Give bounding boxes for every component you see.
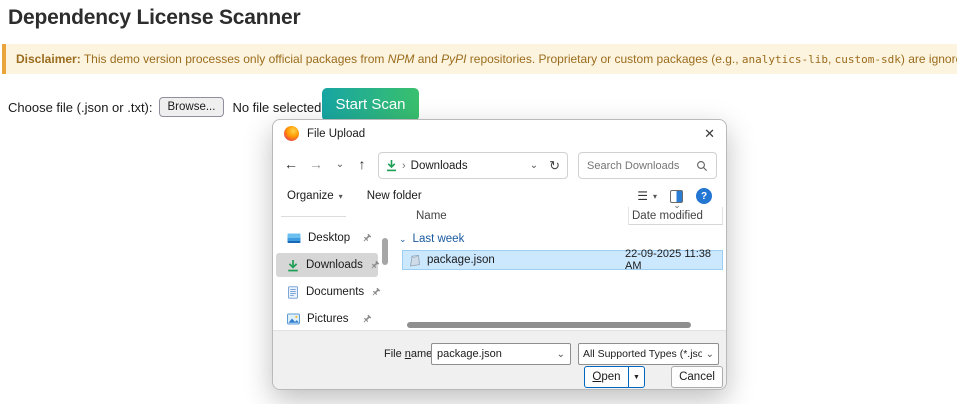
file-name-cell: package.json	[427, 254, 495, 266]
browse-button[interactable]: Browse...	[159, 97, 225, 117]
sidebar-item-desktop[interactable]: Desktop	[276, 226, 378, 250]
column-header-name[interactable]: Name	[391, 207, 629, 225]
disclaimer-text-5: ) are ignored in this demo.	[901, 52, 957, 66]
new-folder-button[interactable]: New folder	[367, 190, 422, 202]
forward-icon[interactable]: →	[307, 156, 325, 172]
file-name-combo: ⌄	[431, 343, 571, 365]
dialog-title-bar[interactable]: File Upload ✕	[273, 120, 726, 147]
open-label-rest: pen	[601, 371, 620, 383]
views-caret-icon: ▾	[653, 192, 657, 201]
address-dropdown-icon[interactable]: ⌄	[530, 160, 538, 171]
file-type-dropdown-icon: ⌄	[706, 349, 714, 360]
close-icon[interactable]: ✕	[704, 127, 715, 140]
organize-caret-icon: ▾	[339, 192, 343, 201]
pin-icon[interactable]	[362, 233, 372, 243]
address-bar[interactable]: › Downloads ⌄ ↻	[378, 152, 568, 179]
group-label: Last week	[413, 233, 465, 245]
back-icon[interactable]: ←	[282, 156, 300, 172]
views-button[interactable]: ☰ ▾	[637, 189, 657, 203]
help-icon[interactable]: ?	[696, 188, 712, 204]
sidebar-item-label: Pictures	[307, 313, 355, 325]
group-header-last-week[interactable]: ⌄ Last week	[399, 231, 464, 247]
sidebar-item-documents[interactable]: Documents	[276, 280, 378, 304]
file-name-label: File name:	[384, 348, 435, 360]
cancel-button[interactable]: Cancel	[671, 366, 723, 388]
pin-icon[interactable]	[371, 287, 381, 297]
file-upload-dialog: File Upload ✕ ← → ⌄ ↑ › Downloads ⌄ ↻	[272, 119, 727, 390]
disclaimer-label: Disclaimer:	[16, 52, 81, 66]
downloads-folder-icon	[386, 159, 397, 172]
search-icon	[696, 160, 708, 172]
disclaimer-code-1: analytics-lib	[742, 53, 828, 66]
refresh-icon[interactable]: ↻	[549, 158, 560, 174]
sidebar-scrollbar[interactable]	[382, 238, 388, 265]
disclaimer-pypi: PyPI	[441, 52, 466, 66]
sort-chevron-icon[interactable]: ⌄	[671, 200, 683, 211]
sidebar-item-label: Documents	[306, 286, 364, 298]
search-box	[578, 152, 717, 179]
disclaimer-npm: NPM	[388, 52, 415, 66]
sidebar-item-label: Downloads	[306, 259, 363, 271]
file-chooser-row: Choose file (.json or .txt): Browse... N…	[8, 95, 325, 119]
up-icon[interactable]: ↑	[353, 156, 371, 172]
navigation-row: ← → ⌄ ↑ › Downloads ⌄ ↻	[273, 147, 726, 183]
dialog-toolbar: Organize ▾ New folder ☰ ▾ ?	[273, 183, 726, 209]
page-title: Dependency License Scanner	[8, 6, 300, 30]
file-name-input[interactable]	[437, 348, 553, 360]
sidebar-item-pictures[interactable]: Pictures	[276, 307, 378, 331]
open-button-label: Open	[585, 367, 628, 387]
open-button[interactable]: Open ▼	[584, 366, 645, 388]
disclaimer-text-2: and	[414, 52, 441, 66]
pictures-icon	[287, 313, 300, 325]
organize-label: Organize	[287, 190, 334, 202]
choose-file-label: Choose file (.json or .txt):	[8, 100, 153, 115]
file-status-text: No file selected.	[232, 100, 325, 115]
open-label-accesskey: O	[592, 371, 601, 383]
history-dropdown-icon[interactable]: ⌄	[331, 159, 349, 170]
list-view-icon: ☰	[637, 189, 648, 203]
file-date-cell: 22-09-2025 11:38 AM	[625, 248, 722, 272]
file-type-value: All Supported Types (*.json;*.txt	[583, 348, 702, 360]
sidebar-item-label: Desktop	[308, 232, 355, 244]
file-name-label-pre: File	[384, 348, 405, 360]
breadcrumb-chevron-icon: ›	[402, 160, 406, 172]
disclaimer-text-3: repositories. Proprietary or custom pack…	[466, 52, 741, 66]
file-row-package-json[interactable]: package.json 22-09-2025 11:38 AM	[402, 250, 723, 270]
pin-icon[interactable]	[370, 260, 380, 270]
group-chevron-icon: ⌄	[399, 234, 407, 245]
breadcrumb-current-folder[interactable]: Downloads	[411, 160, 468, 172]
file-list-horizontal-scrollbar[interactable]	[407, 322, 691, 328]
sidebar-item-downloads[interactable]: Downloads	[276, 253, 378, 277]
firefox-icon	[284, 126, 299, 141]
search-input[interactable]	[587, 160, 696, 172]
dialog-title: File Upload	[307, 128, 365, 140]
disclaimer-text-1: This demo version processes only officia…	[81, 52, 388, 66]
desktop-icon	[287, 232, 301, 245]
sidebar-divider	[281, 216, 346, 217]
disclaimer-code-2: custom-sdk	[835, 53, 901, 66]
start-scan-button[interactable]: Start Scan	[322, 88, 419, 121]
disclaimer-banner: Disclaimer: This demo version processes …	[2, 44, 957, 74]
documents-icon	[287, 286, 299, 299]
downloads-icon	[287, 259, 299, 272]
pin-icon[interactable]	[362, 314, 372, 324]
new-folder-label: New folder	[367, 190, 422, 202]
json-file-icon	[408, 254, 421, 267]
file-name-dropdown-icon[interactable]: ⌄	[557, 349, 565, 360]
organize-button[interactable]: Organize ▾	[287, 190, 343, 202]
open-split-caret-icon[interactable]: ▼	[628, 367, 644, 387]
file-type-select[interactable]: All Supported Types (*.json;*.txt ⌄	[578, 343, 719, 365]
disclaimer-text-4: ,	[828, 52, 835, 66]
